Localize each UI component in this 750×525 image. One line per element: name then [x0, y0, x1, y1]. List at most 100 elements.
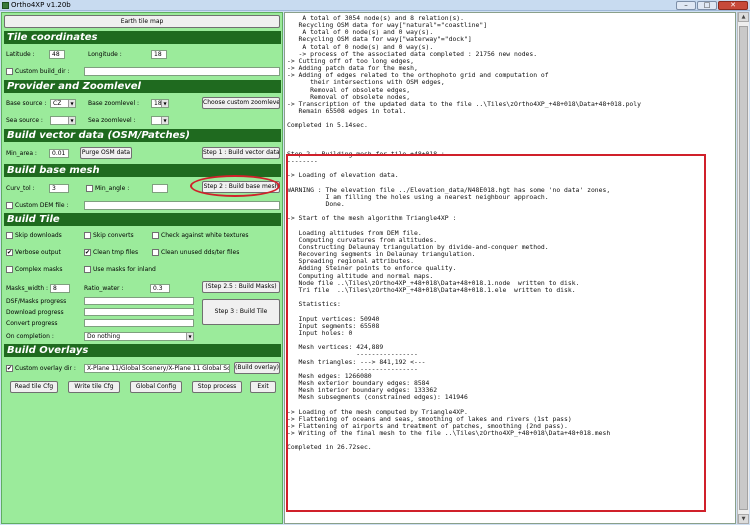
custom-dem-input[interactable] [84, 201, 280, 210]
checkmark-icon: ✔ [7, 249, 13, 256]
dsf-masks-progress-bar [84, 297, 194, 305]
skip-converts-checkbox[interactable] [84, 232, 91, 239]
checkmark-icon: ✔ [85, 249, 91, 256]
chevron-down-icon: ▼ [68, 100, 75, 107]
complex-masks-checkbox[interactable] [6, 266, 13, 273]
sea-source-label: Sea source : [6, 117, 43, 124]
skip-downloads-checkbox[interactable] [6, 232, 13, 239]
on-completion-select[interactable]: Do nothing ▼ [84, 332, 194, 341]
custom-overlay-input[interactable]: X-Plane 11/Global Scenery/X-Plane 11 Glo… [84, 364, 230, 373]
console-line: -> Loading of elevation data. [287, 171, 399, 180]
global-config-button[interactable]: Global Config [130, 381, 182, 393]
custom-build-dir-checkbox[interactable] [6, 68, 13, 75]
step25-build-masks-button[interactable]: (Step 2.5 : Build Masks) [202, 281, 280, 293]
console-line: I am filling the holes using a nearest n… [287, 192, 549, 201]
on-completion-value: Do nothing [87, 333, 121, 340]
purge-osm-button[interactable]: Purge OSM data [80, 147, 132, 159]
console-line: Completed in 26.72sec. [287, 443, 372, 452]
latitude-input[interactable]: 48 [49, 50, 65, 59]
console-line: Mesh subsegments (constrained edges): 14… [287, 393, 468, 402]
custom-overlay-label: Custom overlay dir : [15, 365, 76, 372]
custom-overlay-checkbox[interactable]: ✔ [6, 365, 13, 372]
log-console[interactable]: A total of 3054 node(s) and 8 relation(s… [284, 12, 736, 524]
on-completion-label: On completion : [6, 333, 54, 340]
sea-source-select[interactable]: ▼ [50, 116, 76, 125]
write-tile-cfg-button[interactable]: Write tile Cfg [68, 381, 120, 393]
base-source-label: Base source : [6, 100, 47, 107]
skip-downloads-label: Skip downloads [15, 232, 62, 239]
masks-width-input[interactable]: 8 [50, 284, 70, 293]
chevron-down-icon: ▼ [68, 117, 75, 124]
use-masks-inland-label: Use masks for inland [93, 266, 156, 273]
console-line: Step 2 : Building mesh for tile +48+018 … [287, 149, 445, 158]
console-line: Done. [287, 200, 345, 209]
custom-build-dir-input[interactable] [84, 67, 280, 76]
console-line: -> Writing of the final mesh to the file… [287, 429, 611, 438]
console-line: Input holes: 0 [287, 328, 353, 337]
section-build-vector-data: Build vector data (OSM/Patches) [4, 129, 281, 142]
console-line: Statistics: [287, 300, 341, 309]
minimize-button[interactable]: – [676, 1, 696, 10]
section-provider-zoomlevel: Provider and Zoomlevel [4, 80, 281, 93]
step3-build-tile-button[interactable]: Step 3 : Build Tile [202, 299, 280, 325]
longitude-label: Longitude : [88, 51, 122, 58]
verbose-output-label: Verbose output [15, 249, 61, 256]
base-source-select[interactable]: CZ ▼ [50, 99, 76, 108]
console-line: Tri file ..\Tiles\zOrtho4XP_+48+018\Data… [287, 285, 576, 294]
control-panel: Earth tile map Tile coordinates Latitude… [1, 12, 283, 524]
base-source-value: CZ [53, 100, 62, 107]
masks-width-label: Masks_width : [6, 285, 49, 292]
curv-tol-input[interactable]: 3 [49, 184, 69, 193]
earth-tile-map-button[interactable]: Earth tile map [4, 15, 280, 28]
clean-unused-files-label: Clean unused dds/ter files [161, 249, 240, 256]
checkmark-icon: ✔ [7, 365, 13, 372]
step1-build-vector-button[interactable]: Step 1 : Build vector data [202, 147, 280, 159]
min-angle-input[interactable] [152, 184, 168, 193]
scrollbar-thumb[interactable] [739, 26, 748, 510]
longitude-input[interactable]: 18 [151, 50, 167, 59]
build-overlay-button[interactable]: (Build overlay) [234, 362, 280, 374]
min-area-input[interactable]: 0.01 [49, 149, 69, 158]
console-line: Remain 65508 edges in total. [287, 107, 407, 116]
read-tile-cfg-button[interactable]: Read tile Cfg [10, 381, 58, 393]
console-output: A total of 3054 node(s) and 8 relation(s… [287, 15, 717, 523]
choose-custom-zoomlevel-button[interactable]: Choose custom zoomlevel [202, 97, 280, 109]
convert-progress-bar [84, 319, 194, 327]
custom-dem-label: Custom DEM file : [15, 202, 69, 209]
section-tile-coordinates: Tile coordinates [4, 31, 281, 44]
curv-tol-label: Curv_tol : [6, 185, 35, 192]
check-white-textures-checkbox[interactable] [152, 232, 159, 239]
complex-masks-label: Complex masks [15, 266, 63, 273]
download-progress-bar [84, 308, 194, 316]
check-white-textures-label: Check against white textures [161, 232, 249, 239]
section-build-base-mesh: Build base mesh [4, 164, 281, 177]
chevron-down-icon: ▼ [161, 100, 168, 107]
maximize-button[interactable]: □ [697, 1, 717, 10]
sea-zoom-select[interactable]: ▼ [151, 116, 169, 125]
base-zoom-select[interactable]: 18 ▼ [151, 99, 169, 108]
arrow-up-icon[interactable]: ▲ [738, 12, 749, 22]
console-line: -------- [287, 157, 318, 166]
close-button[interactable]: ✕ [718, 1, 748, 10]
step2-build-base-mesh-button[interactable]: Step 2 : Build base mesh [202, 181, 280, 193]
stop-process-button[interactable]: Stop process [192, 381, 242, 393]
min-angle-checkbox[interactable] [86, 185, 93, 192]
section-build-overlays: Build Overlays [4, 344, 281, 357]
clean-tmp-files-checkbox[interactable]: ✔ [84, 249, 91, 256]
arrow-down-icon[interactable]: ▼ [738, 514, 749, 524]
console-line: Completed in 5.14sec. [287, 121, 368, 130]
custom-dem-checkbox[interactable] [6, 202, 13, 209]
ortho4xp-icon [2, 2, 9, 9]
convert-progress-label: Convert progress [6, 320, 58, 327]
console-line: -> Start of the mesh algorithm Triangle4… [287, 214, 457, 223]
download-progress-label: Download progress [6, 309, 64, 316]
use-masks-inland-checkbox[interactable] [84, 266, 91, 273]
console-scrollbar[interactable]: ▲ ▼ [737, 12, 749, 524]
verbose-output-checkbox[interactable]: ✔ [6, 249, 13, 256]
clean-tmp-files-label: Clean tmp files [93, 249, 139, 256]
ratio-water-input[interactable]: 0.3 [150, 284, 170, 293]
clean-unused-files-checkbox[interactable] [152, 249, 159, 256]
exit-button[interactable]: Exit [250, 381, 276, 393]
